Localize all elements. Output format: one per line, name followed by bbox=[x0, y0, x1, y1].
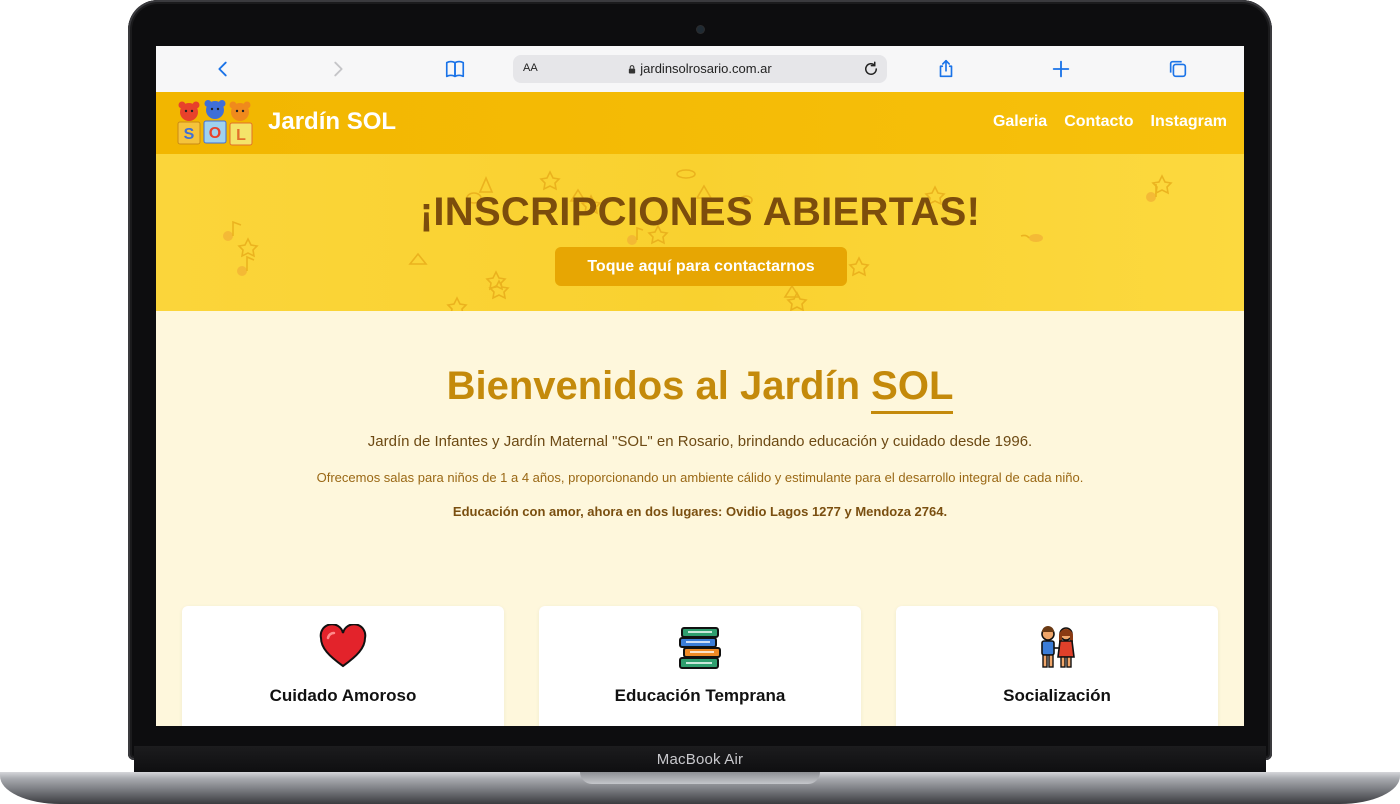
feature-card-educacion: Educación Temprana bbox=[539, 606, 861, 726]
welcome-title-main: Bienvenidos al Jardín bbox=[446, 364, 861, 408]
feature-card-socializacion: Socialización bbox=[896, 606, 1218, 726]
forward-icon[interactable] bbox=[325, 56, 351, 82]
welcome-offer: Ofrecemos salas para niños de 1 a 4 años… bbox=[316, 470, 1084, 485]
device-label: MacBook Air bbox=[656, 751, 744, 768]
lock-icon bbox=[629, 65, 636, 74]
brand-name[interactable]: Jardín SOL bbox=[268, 108, 396, 136]
share-icon[interactable] bbox=[933, 56, 959, 82]
welcome-intro: Jardín de Infantes y Jardín Maternal "SO… bbox=[367, 433, 1033, 450]
tabs-icon[interactable] bbox=[1165, 56, 1191, 82]
main-nav: Galeria Contacto Instagram bbox=[993, 113, 1227, 131]
heart-icon bbox=[319, 624, 367, 668]
back-icon[interactable] bbox=[210, 56, 236, 82]
nav-contacto[interactable]: Contacto bbox=[1064, 113, 1133, 131]
contact-cta-button[interactable]: Toque aquí para contactarnos bbox=[555, 247, 847, 286]
welcome-title: Bienvenidos al Jardín SOL bbox=[156, 364, 1244, 414]
new-tab-icon[interactable] bbox=[1048, 56, 1074, 82]
address-bar[interactable]: AA jardinsolrosario.com.ar bbox=[513, 55, 887, 83]
feature-card-title: Cuidado Amoroso bbox=[269, 686, 417, 705]
url-text: jardinsolrosario.com.ar bbox=[640, 61, 772, 76]
welcome-title-accent: SOL bbox=[871, 364, 954, 414]
books-icon bbox=[679, 627, 721, 669]
site-header: S O L Jardín SOL Galeria Contacto Instag… bbox=[156, 92, 1244, 154]
feature-card-cuidado: Cuidado Amoroso bbox=[182, 606, 504, 726]
bookmarks-icon[interactable] bbox=[442, 56, 468, 82]
browser-toolbar: AA jardinsolrosario.com.ar bbox=[156, 46, 1244, 93]
enrollment-banner: ¡INSCRIPCIONES ABIERTAS! Toque aquí para… bbox=[156, 154, 1244, 311]
logo[interactable]: S O L bbox=[174, 100, 258, 146]
logo-letter-o: O bbox=[209, 125, 221, 142]
reload-icon[interactable] bbox=[862, 60, 880, 78]
laptop-notch bbox=[580, 772, 820, 784]
banner-title: ¡INSCRIPCIONES ABIERTAS! bbox=[419, 190, 981, 234]
logo-letter-s: S bbox=[184, 126, 195, 143]
feature-card-title: Socialización bbox=[1003, 686, 1111, 705]
feature-card-title: Educación Temprana bbox=[614, 686, 786, 705]
nav-galeria[interactable]: Galeria bbox=[993, 113, 1047, 131]
children-icon bbox=[1041, 626, 1075, 668]
nav-instagram[interactable]: Instagram bbox=[1151, 113, 1227, 131]
welcome-locations: Educación con amor, ahora en dos lugares… bbox=[452, 504, 948, 519]
logo-letter-l: L bbox=[236, 127, 246, 144]
browser-screen: AA jardinsolrosario.com.ar S O L Jardín … bbox=[156, 46, 1244, 726]
camera bbox=[697, 26, 704, 33]
laptop-chin: MacBook Air bbox=[134, 746, 1266, 772]
